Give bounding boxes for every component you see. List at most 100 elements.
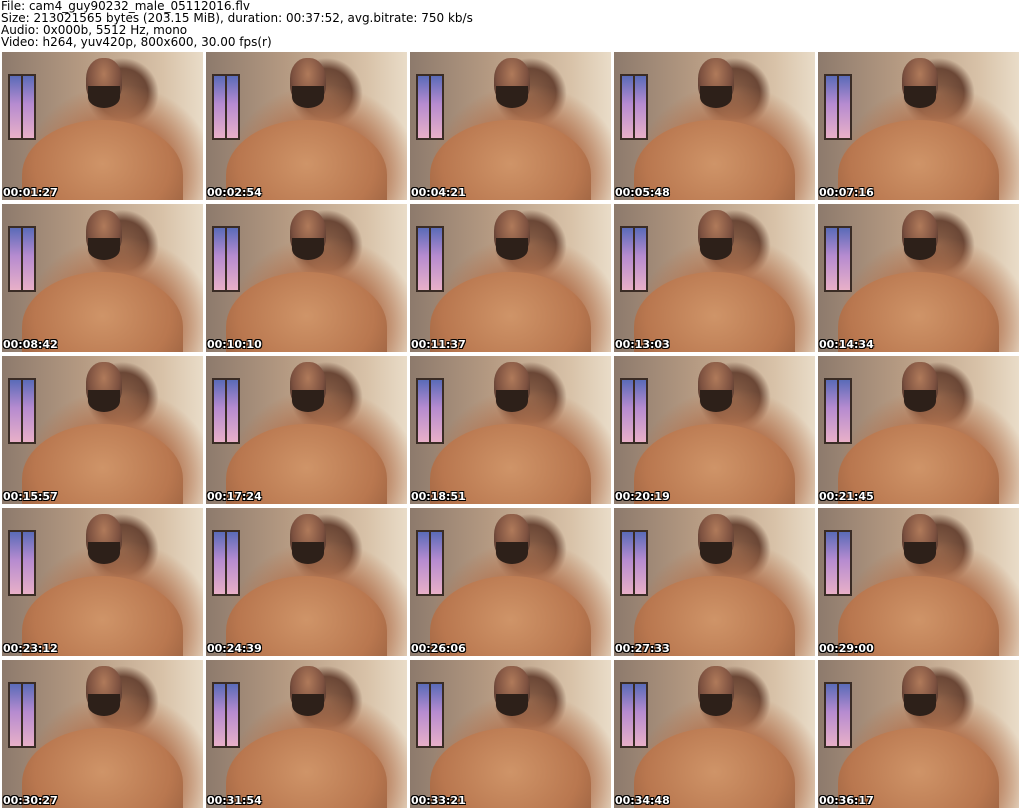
thumbnail-figure-beard [700,86,733,108]
video-thumbnail: 00:31:54 [206,660,407,808]
timestamp-label: 00:05:48 [615,186,670,199]
video-thumbnail: 00:15:57 [2,356,203,504]
timestamp-label: 00:11:37 [411,338,466,351]
background-window [8,378,36,444]
thumbnail-figure-beard [496,694,529,716]
video-thumbnail: 00:21:45 [818,356,1019,504]
video-thumbnail: 00:34:48 [614,660,815,808]
thumbnail-figure-beard [88,238,121,260]
background-window [416,682,444,748]
timestamp-label: 00:04:21 [411,186,466,199]
video-thumbnail: 00:10:10 [206,204,407,352]
video-info-line: Video: h264, yuv420p, 800x600, 30.00 fps… [1,35,272,49]
thumbnail-figure-beard [292,390,325,412]
timestamp-label: 00:29:00 [819,642,874,655]
timestamp-label: 00:15:57 [3,490,58,503]
background-window [212,682,240,748]
thumbnail-figure-beard [292,542,325,564]
timestamp-label: 00:31:54 [207,794,262,807]
timestamp-label: 00:24:39 [207,642,262,655]
background-window [620,226,648,292]
timestamp-label: 00:14:34 [819,338,874,351]
background-window [212,74,240,140]
video-thumbnail: 00:29:00 [818,508,1019,656]
timestamp-label: 00:30:27 [3,794,58,807]
background-window [212,378,240,444]
background-window [212,226,240,292]
video-thumbnail: 00:24:39 [206,508,407,656]
thumbnail-figure-beard [904,86,937,108]
video-thumbnail: 00:18:51 [410,356,611,504]
timestamp-label: 00:01:27 [3,186,58,199]
thumbnail-figure-beard [88,86,121,108]
video-thumbnail: 00:07:16 [818,52,1019,200]
video-thumbnail: 00:05:48 [614,52,815,200]
thumbnail-figure-beard [700,238,733,260]
thumbnail-figure-beard [904,390,937,412]
background-window [416,226,444,292]
timestamp-label: 00:08:42 [3,338,58,351]
thumbnail-figure-beard [496,390,529,412]
video-thumbnail: 00:13:03 [614,204,815,352]
thumbnail-figure-beard [904,238,937,260]
background-window [620,74,648,140]
background-window [824,378,852,444]
thumbnail-figure-beard [700,694,733,716]
video-thumbnail: 00:27:33 [614,508,815,656]
background-window [824,682,852,748]
thumbnail-figure-beard [904,542,937,564]
thumbnail-figure-beard [88,694,121,716]
timestamp-label: 00:10:10 [207,338,262,351]
thumbnail-figure-beard [292,86,325,108]
video-thumbnail: 00:14:34 [818,204,1019,352]
background-window [824,74,852,140]
thumbnail-figure-beard [88,390,121,412]
thumbnail-figure-beard [292,694,325,716]
timestamp-label: 00:13:03 [615,338,670,351]
video-thumbnail: 00:01:27 [2,52,203,200]
thumbnail-figure-beard [700,542,733,564]
background-window [620,378,648,444]
timestamp-label: 00:17:24 [207,490,262,503]
video-thumbnail: 00:26:06 [410,508,611,656]
timestamp-label: 00:20:19 [615,490,670,503]
video-thumbnail: 00:33:21 [410,660,611,808]
video-thumbnail: 00:36:17 [818,660,1019,808]
thumbnail-figure-beard [496,542,529,564]
timestamp-label: 00:33:21 [411,794,466,807]
thumbnail-figure-beard [904,694,937,716]
thumbnail-figure-beard [88,542,121,564]
timestamp-label: 00:23:12 [3,642,58,655]
video-thumbnail: 00:17:24 [206,356,407,504]
background-window [212,530,240,596]
background-window [8,74,36,140]
video-thumbnail: 00:02:54 [206,52,407,200]
background-window [8,682,36,748]
video-thumbnail: 00:20:19 [614,356,815,504]
video-thumbnail: 00:11:37 [410,204,611,352]
background-window [416,74,444,140]
thumbnail-figure-beard [292,238,325,260]
background-window [824,530,852,596]
background-window [620,530,648,596]
thumbnail-figure-beard [496,86,529,108]
timestamp-label: 00:36:17 [819,794,874,807]
video-thumbnail: 00:08:42 [2,204,203,352]
video-thumbnail: 00:04:21 [410,52,611,200]
timestamp-label: 00:07:16 [819,186,874,199]
timestamp-label: 00:26:06 [411,642,466,655]
background-window [620,682,648,748]
video-thumbnail: 00:23:12 [2,508,203,656]
timestamp-label: 00:18:51 [411,490,466,503]
timestamp-label: 00:34:48 [615,794,670,807]
thumbnail-figure-beard [496,238,529,260]
background-window [8,530,36,596]
background-window [416,378,444,444]
timestamp-label: 00:27:33 [615,642,670,655]
video-thumbnail: 00:30:27 [2,660,203,808]
timestamp-label: 00:21:45 [819,490,874,503]
thumbnail-grid: 00:01:27 00:02:54 00:04:21 00:05:48 00:07:16… [2,52,1019,808]
background-window [8,226,36,292]
timestamp-label: 00:02:54 [207,186,262,199]
thumbnail-figure-beard [700,390,733,412]
